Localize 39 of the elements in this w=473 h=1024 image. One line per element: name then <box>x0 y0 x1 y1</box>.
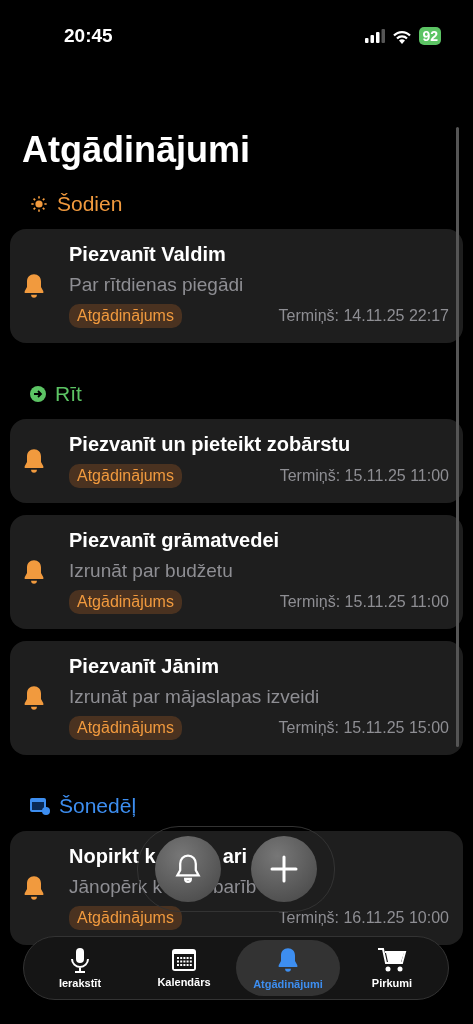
status-time: 20:45 <box>64 25 113 47</box>
category-tag: Atgādinājums <box>69 906 182 930</box>
section-header: Rīt <box>55 382 82 406</box>
section-header: Šonedēļ <box>59 794 137 818</box>
category-tag: Atgādinājums <box>69 464 182 488</box>
section-header: Šodien <box>57 192 123 216</box>
deadline-text: Termiņš: 16.11.25 10:00 <box>278 909 449 927</box>
deadline-text: Termiņš: 14.11.25 22:17 <box>278 307 449 325</box>
reminder-card[interactable]: Piezvanīt grāmatvedei Izrunāt par budžetu Atgādinājums Termiņš: 15.11.25 11:00 <box>10 515 463 629</box>
deadline-text: Termiņš: 15.11.25 15:00 <box>278 719 449 737</box>
reminder-card[interactable]: Piezvanīt Valdim Par rītdienas piegādi Atgādinājums Termiņš: 14.11.25 22:17 <box>10 229 463 343</box>
reminder-title: Nopirkt k <box>69 845 156 868</box>
reminder-card[interactable]: Piezvanīt Jānim Izrunāt par mājaslapas izveidi Atgādinājums Termiņš: 15.11.25 15:00 <box>10 641 463 755</box>
plus-icon <box>270 855 298 883</box>
microphone-icon <box>69 947 91 973</box>
category-tag: Atgādinājums <box>69 304 182 328</box>
battery-level: 92 <box>419 27 441 45</box>
category-tag: Atgādinājums <box>69 590 182 614</box>
reminder-title: ari <box>222 845 248 867</box>
reminder-title: Piezvanīt grāmatvedei <box>69 529 280 552</box>
page-title: Atgādinājumi <box>21 128 251 172</box>
reminder-note: Izrunāt par budžetu <box>69 560 233 582</box>
deadline-text: Termiņš: 15.11.25 11:00 <box>279 467 449 485</box>
reminder-note: Izrunāt par mājaslapas izveidi <box>69 686 320 708</box>
reminder-title: Piezvanīt Jānim <box>69 655 220 678</box>
signal-icon <box>365 29 386 43</box>
tab[interactable]: Atgādinājumi <box>236 940 340 996</box>
arrow-circle-icon <box>30 386 46 402</box>
wifi-icon <box>392 28 413 44</box>
sun-icon <box>30 195 48 213</box>
reminder-title: Piezvanīt un pieteikt zobārstu <box>69 433 351 456</box>
calendar-icon <box>171 948 197 972</box>
reminder-title: Piezvanīt Valdim <box>69 243 226 266</box>
category-tag: Atgādinājums <box>69 716 182 740</box>
reminder-note: Par rītdienas piegādi <box>69 274 244 296</box>
reminder-card[interactable]: Piezvanīt un pieteikt zobārstu Atgādinājums Termiņš: 15.11.25 11:00 <box>10 419 463 503</box>
deadline-text: Termiņš: 15.11.25 11:00 <box>279 593 449 611</box>
cart-icon <box>377 947 407 973</box>
calendar-icon <box>30 797 50 815</box>
